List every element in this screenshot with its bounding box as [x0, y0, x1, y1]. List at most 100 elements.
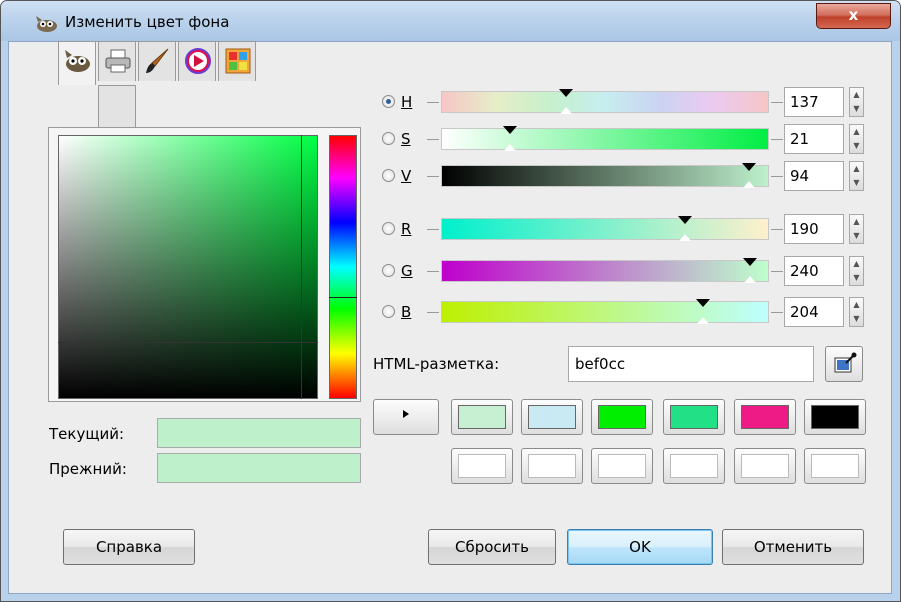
- spin-value-b[interactable]: 204: [784, 297, 844, 327]
- spin-value-h[interactable]: 137: [784, 87, 844, 117]
- history-swatch-color: [528, 405, 576, 429]
- spin-buttons-v[interactable]: ▲ ▼: [849, 161, 864, 191]
- history-swatch[interactable]: [521, 399, 583, 435]
- slider-b[interactable]: [441, 301, 769, 323]
- crosshair-horizontal: [58, 342, 318, 343]
- crosshair-vertical: [301, 135, 302, 399]
- history-swatch-color: [528, 454, 576, 478]
- history-swatch[interactable]: [804, 399, 866, 435]
- history-swatch-color: [811, 454, 859, 478]
- history-swatch[interactable]: [734, 448, 796, 484]
- saturation-value-square[interactable]: [58, 135, 318, 399]
- slider-marker-r[interactable]: [678, 216, 693, 224]
- spin-value-g[interactable]: 240: [784, 256, 844, 286]
- history-swatch[interactable]: [663, 448, 725, 484]
- color-wheel-icon: [185, 48, 211, 74]
- spin-value-v[interactable]: 94: [784, 161, 844, 191]
- slider-marker-s[interactable]: [502, 126, 517, 134]
- color-picker-button[interactable]: [825, 346, 863, 382]
- title-bar[interactable]: Изменить цвет фона x: [1, 1, 900, 41]
- spin-value-r[interactable]: 190: [784, 214, 844, 244]
- slider-marker-bottom-s: [503, 144, 516, 151]
- paintbrush-icon: [146, 48, 169, 73]
- spin-buttons-s[interactable]: ▲ ▼: [849, 124, 864, 154]
- history-swatch-color: [598, 405, 646, 429]
- gimp-wilber-icon: [65, 50, 90, 72]
- current-color-swatch: [157, 418, 361, 448]
- history-add-button[interactable]: [373, 399, 439, 435]
- radio-b[interactable]: [382, 305, 395, 318]
- reset-button[interactable]: Сбросить: [428, 529, 556, 565]
- radio-v[interactable]: [382, 169, 395, 182]
- slider-marker-h[interactable]: [558, 89, 573, 97]
- slider-dash-left-s: [427, 139, 439, 140]
- tab-palette[interactable]: [218, 41, 256, 81]
- slider-marker-v[interactable]: [742, 163, 757, 171]
- slider-dash-right-h: [771, 102, 783, 103]
- slider-h[interactable]: [441, 91, 769, 113]
- history-swatch[interactable]: [804, 448, 866, 484]
- radio-g[interactable]: [382, 264, 395, 277]
- history-swatch-color: [670, 454, 718, 478]
- slider-marker-b[interactable]: [696, 299, 711, 307]
- channel-label-v: V: [401, 167, 412, 185]
- spin-buttons-g[interactable]: ▲ ▼: [849, 256, 864, 286]
- spin-buttons-h[interactable]: ▲ ▼: [849, 87, 864, 117]
- slider-dash-right-r: [771, 229, 783, 230]
- history-swatch[interactable]: [591, 448, 653, 484]
- radio-h[interactable]: [382, 95, 395, 108]
- ok-button[interactable]: OK: [567, 529, 713, 565]
- history-swatch-color: [741, 454, 789, 478]
- hue-marker: [329, 297, 357, 298]
- history-swatch-color: [458, 454, 506, 478]
- slider-g[interactable]: [441, 260, 769, 282]
- slider-marker-bottom-h: [559, 107, 572, 114]
- cancel-button[interactable]: Отменить: [722, 529, 864, 565]
- history-swatch[interactable]: [734, 399, 796, 435]
- spin-value-s[interactable]: 21: [784, 124, 844, 154]
- slider-dash-left-r: [427, 229, 439, 230]
- slider-marker-bottom-v: [743, 181, 756, 188]
- history-swatch[interactable]: [451, 399, 513, 435]
- history-swatch-color: [741, 405, 789, 429]
- spin-buttons-r[interactable]: ▲ ▼: [849, 214, 864, 244]
- channel-label-s: S: [401, 130, 411, 148]
- slider-dash-right-g: [771, 271, 783, 272]
- cancel-button-label: Отменить: [753, 538, 833, 556]
- current-color-label: Текущий:: [49, 425, 125, 443]
- history-swatch[interactable]: [451, 448, 513, 484]
- help-button[interactable]: Справка: [63, 529, 195, 565]
- channel-label-h: H: [401, 93, 413, 111]
- tab-wheel[interactable]: [178, 41, 216, 81]
- close-button[interactable]: x: [816, 3, 891, 29]
- spin-buttons-b[interactable]: ▲ ▼: [849, 297, 864, 327]
- slider-v[interactable]: [441, 165, 769, 187]
- tab-watercolor[interactable]: [138, 41, 176, 81]
- slider-marker-g[interactable]: [742, 258, 757, 266]
- history-swatch[interactable]: [663, 399, 725, 435]
- hue-strip[interactable]: [329, 135, 357, 399]
- tab-cmyk-header[interactable]: [98, 41, 136, 81]
- history-swatch[interactable]: [591, 399, 653, 435]
- html-notation-input[interactable]: bef0cc: [568, 346, 814, 382]
- radio-r[interactable]: [382, 222, 395, 235]
- tab-gimp-selector[interactable]: [58, 41, 96, 85]
- slider-dash-left-b: [427, 312, 439, 313]
- history-swatch-color: [598, 454, 646, 478]
- history-swatch[interactable]: [521, 448, 583, 484]
- slider-dash-right-s: [771, 139, 783, 140]
- radio-s[interactable]: [382, 132, 395, 145]
- history-swatch-color: [670, 405, 718, 429]
- channel-label-g: G: [401, 262, 413, 280]
- eyedropper-icon: [834, 352, 857, 373]
- slider-marker-bottom-g: [743, 276, 756, 283]
- tab-cmyk[interactable]: [98, 85, 136, 127]
- help-button-label: Справка: [95, 538, 163, 556]
- channel-label-r: R: [401, 220, 412, 238]
- slider-dash-right-b: [771, 312, 783, 313]
- slider-marker-bottom-r: [679, 234, 692, 241]
- slider-s[interactable]: [441, 128, 769, 150]
- slider-r[interactable]: [441, 218, 769, 240]
- slider-dash-left-g: [427, 271, 439, 272]
- play-arrow-icon: [403, 410, 409, 418]
